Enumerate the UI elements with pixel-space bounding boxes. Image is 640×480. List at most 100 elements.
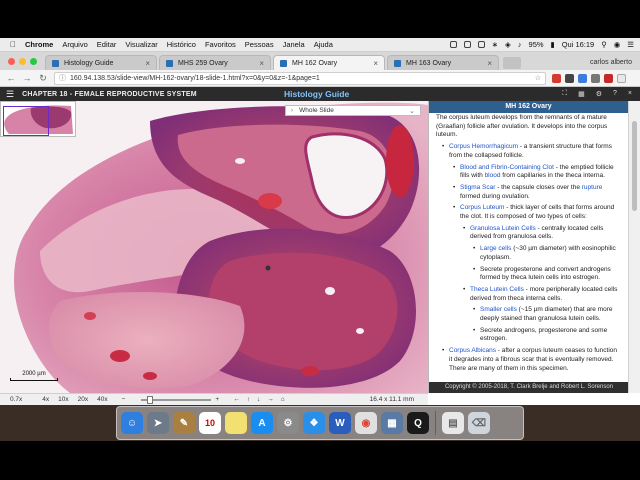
extension-icon[interactable] xyxy=(591,73,600,83)
info-icon[interactable]: ⓘ xyxy=(59,73,66,83)
close-tab-icon[interactable]: × xyxy=(487,59,492,68)
launchpad-icon[interactable]: ➤ xyxy=(147,412,169,434)
calendar-icon[interactable]: 10 xyxy=(199,412,221,434)
url-field[interactable]: ⓘ 160.94.138.53/slide-view/MH-162-ovary/… xyxy=(54,71,546,85)
clock[interactable]: Qui 16:19 xyxy=(562,40,595,49)
region-select[interactable]: › Whole Slide ⌄ xyxy=(285,105,421,116)
pane-scrollbar[interactable] xyxy=(628,101,640,393)
term-link[interactable]: Blood and Fibrin-Containing Clot xyxy=(460,164,554,171)
wifi-icon[interactable]: ◈ xyxy=(505,40,511,49)
siri-icon[interactable]: ◉ xyxy=(614,40,621,49)
extension-icon[interactable] xyxy=(578,73,587,83)
term-link[interactable]: Corpus Albicans xyxy=(449,347,496,354)
menu-ajuda[interactable]: Ajuda xyxy=(314,40,333,49)
tab-mh-163[interactable]: MH 163 Ovary × xyxy=(387,55,499,70)
close-tab-icon[interactable]: × xyxy=(373,59,378,68)
zoom-slider-knob[interactable] xyxy=(147,395,154,404)
zoom-level[interactable]: 0.7x xyxy=(10,396,22,403)
trash-icon[interactable]: ⌫ xyxy=(468,412,490,434)
menu-historico[interactable]: Histórico xyxy=(167,40,196,49)
reload-icon[interactable]: ↻ xyxy=(38,73,48,84)
home-icon[interactable]: ⌂ xyxy=(281,396,285,403)
close-tab-icon[interactable]: × xyxy=(259,59,264,68)
notification-center-icon[interactable]: ☰ xyxy=(627,40,634,49)
chapter-title[interactable]: CHAPTER 18 - FEMALE REPRODUCTIVE SYSTEM xyxy=(22,91,197,98)
overview-thumbnail[interactable] xyxy=(0,101,76,137)
scrollbar-thumb[interactable] xyxy=(632,121,637,211)
documents-stack-icon[interactable]: ▤ xyxy=(442,412,464,434)
close-tab-icon[interactable]: × xyxy=(145,59,150,68)
preview-icon[interactable]: ▦ xyxy=(381,412,403,434)
mag-20x-button[interactable]: 20x xyxy=(78,396,88,403)
zoom-in-icon[interactable]: + xyxy=(215,396,219,403)
viewport-indicator[interactable] xyxy=(3,106,49,136)
help-icon[interactable]: ? xyxy=(613,90,617,98)
zoom-slider[interactable] xyxy=(141,395,212,404)
menu-kebab-icon[interactable] xyxy=(617,73,626,83)
term-link[interactable]: blood xyxy=(485,172,501,179)
volume-icon[interactable]: ♪ xyxy=(518,40,522,49)
zoom-window-button[interactable] xyxy=(30,58,37,65)
tab-mhs-259[interactable]: MHS 259 Ovary × xyxy=(159,55,271,70)
menu-arquivo[interactable]: Arquivo xyxy=(62,40,87,49)
layout-icon[interactable]: ▦ xyxy=(578,90,585,98)
back-icon[interactable]: ← xyxy=(6,73,16,83)
slide-viewer[interactable]: › Whole Slide ⌄ 2000 µm xyxy=(0,101,428,393)
menu-janela[interactable]: Janela xyxy=(283,40,305,49)
search-icon[interactable]: ⚲ xyxy=(601,40,607,49)
pdf-extension-icon[interactable] xyxy=(604,73,613,83)
battery-percent[interactable]: 95% xyxy=(529,40,544,49)
tab-mh-162[interactable]: MH 162 Ovary × xyxy=(273,55,385,70)
profile-name[interactable]: carlos alberto xyxy=(590,59,632,66)
word-icon[interactable]: W xyxy=(329,412,351,434)
safari-icon[interactable]: ❖ xyxy=(303,412,325,434)
fullscreen-icon[interactable]: ⛶ xyxy=(562,90,567,98)
pan-up-icon[interactable]: ↑ xyxy=(247,396,250,403)
menu-pessoas[interactable]: Pessoas xyxy=(245,40,274,49)
notes-icon[interactable]: ✎ xyxy=(173,412,195,434)
close-window-button[interactable] xyxy=(8,58,15,65)
stickies-icon[interactable] xyxy=(225,412,247,434)
dropbox-icon[interactable] xyxy=(463,41,471,48)
extension-icon[interactable] xyxy=(552,73,561,83)
bookmark-star-icon[interactable]: ☆ xyxy=(535,74,541,82)
cloud-icon[interactable] xyxy=(477,41,485,48)
mag-4x-button[interactable]: 4x xyxy=(42,396,49,403)
quicktime-icon[interactable]: Q xyxy=(407,412,429,434)
term-link[interactable]: Corpus Luteum xyxy=(460,204,504,211)
extension-icon[interactable] xyxy=(565,73,574,83)
term-link[interactable]: rupture xyxy=(582,184,603,191)
term-link[interactable]: Smaller cells xyxy=(480,306,517,313)
mag-40x-button[interactable]: 40x xyxy=(97,396,107,403)
pan-right-icon[interactable]: → xyxy=(267,396,274,403)
app-store-icon[interactable]: A xyxy=(251,412,273,434)
region-select-prev-icon[interactable]: › xyxy=(291,107,293,114)
menu-editar[interactable]: Editar xyxy=(97,40,117,49)
system-preferences-icon[interactable]: ⚙ xyxy=(277,412,299,434)
term-link[interactable]: Corpus Hemorrhagicum xyxy=(449,143,518,150)
minimize-window-button[interactable] xyxy=(19,58,26,65)
chrome-icon[interactable]: ◉ xyxy=(355,412,377,434)
apple-icon[interactable]:  xyxy=(10,40,16,49)
tissue-image[interactable] xyxy=(0,101,428,393)
bluetooth-icon[interactable]: ∗ xyxy=(492,40,498,49)
tab-histology-guide[interactable]: Histology Guide × xyxy=(45,55,157,70)
mag-10x-button[interactable]: 10x xyxy=(58,396,68,403)
term-link[interactable]: Large cells xyxy=(480,245,511,252)
term-link[interactable]: Granulosa Lutein Cells xyxy=(470,225,536,232)
pan-down-icon[interactable]: ↓ xyxy=(257,396,260,403)
new-tab-button[interactable] xyxy=(503,57,521,69)
menu-app[interactable]: Chrome xyxy=(25,40,53,49)
hamburger-menu-icon[interactable]: ☰ xyxy=(6,89,14,100)
tray-app-icon[interactable] xyxy=(449,41,457,48)
pan-left-icon[interactable]: ← xyxy=(233,396,240,403)
term-link[interactable]: Stigma Scar xyxy=(460,184,495,191)
forward-icon[interactable]: → xyxy=(22,73,32,83)
finder-icon[interactable]: ☺ xyxy=(121,412,143,434)
menu-favoritos[interactable]: Favoritos xyxy=(205,40,236,49)
menu-visualizar[interactable]: Visualizar xyxy=(125,40,157,49)
settings-icon[interactable]: ⚙ xyxy=(596,90,602,98)
site-title[interactable]: Histology Guide xyxy=(284,89,349,99)
close-icon[interactable]: × xyxy=(628,90,632,98)
term-link[interactable]: Theca Lutein Cells xyxy=(470,286,524,293)
